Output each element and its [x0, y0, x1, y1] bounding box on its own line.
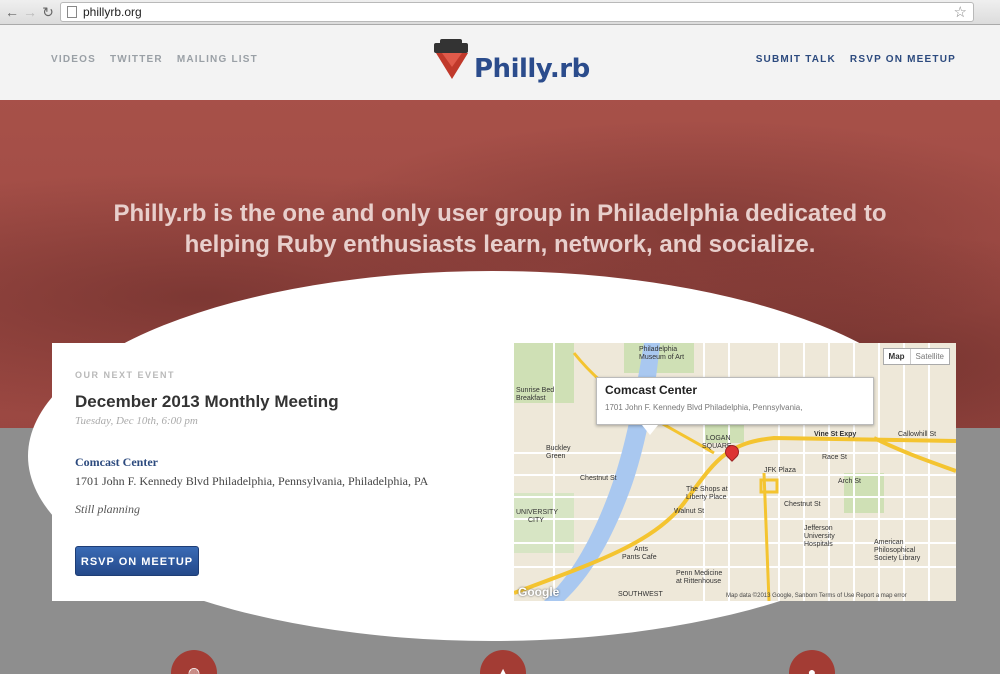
nav-videos[interactable]: VIDEOS — [51, 54, 96, 65]
map-label-ants-2: Pants Cafe — [622, 554, 657, 561]
map-label-jefferson: Jefferson — [804, 525, 833, 532]
nav-twitter[interactable]: TWITTER — [110, 54, 163, 65]
map-label-univ: UNIVERSITY — [516, 509, 559, 516]
browser-toolbar: ← → ↻ phillyrb.org ☆ — [0, 0, 1000, 25]
map-footer[interactable]: Map data ©2013 Google, Sanborn Terms of … — [726, 593, 907, 599]
map-label-museum-2: Museum of Art — [639, 354, 685, 361]
back-arrow-icon[interactable]: ← — [4, 4, 20, 20]
event-map[interactable]: Philadelphia Museum of Art Sunrise Bed B… — [514, 343, 956, 601]
star-icon[interactable]: ☆ — [954, 3, 967, 21]
event-venue-link[interactable]: Comcast Center — [75, 455, 158, 470]
map-label-ants: Ants — [634, 546, 649, 553]
logo-text: Philly.rb — [474, 54, 590, 84]
site-logo[interactable]: Philly.rb — [430, 37, 590, 89]
reload-icon[interactable]: ↻ — [40, 4, 56, 20]
map-label-jfk: JFK Plaza — [764, 467, 796, 474]
map-label-shops-2: Liberty Place — [686, 494, 727, 501]
forward-arrow-icon[interactable]: → — [22, 4, 38, 20]
hero-tagline: Philly.rb is the one and only user group… — [113, 200, 887, 258]
map-label-walnut: Walnut St — [674, 508, 705, 515]
map-label-aps: American — [874, 539, 904, 546]
map-type-satellite[interactable]: Satellite — [909, 349, 949, 364]
map-label-race: Race St — [822, 454, 847, 461]
rsvp-meetup-button[interactable]: RSVP ON MEETUP — [75, 546, 199, 576]
map-label-jefferson-2: University — [804, 533, 835, 540]
event-date: Tuesday, Dec 10th, 6:00 pm — [75, 415, 198, 427]
map-label-chestnut: Chestnut St — [784, 501, 821, 508]
map-label-jefferson-3: Hospitals — [804, 541, 833, 548]
url-text[interactable]: phillyrb.org — [83, 5, 142, 19]
nav-rsvp-meetup[interactable]: RSVP ON MEETUP — [850, 54, 956, 65]
google-logo: Google — [518, 585, 560, 599]
event-address: 1701 John F. Kennedy Blvd Philadelphia, … — [75, 474, 429, 488]
nav-submit-talk[interactable]: SUBMIT TALK — [756, 54, 836, 65]
site-page: VIDEOS TWITTER MAILING LIST Philly.rb SU… — [0, 25, 1000, 674]
event-status: Still planning — [75, 502, 141, 516]
nav-left: VIDEOS TWITTER MAILING LIST — [51, 54, 258, 65]
site-header: VIDEOS TWITTER MAILING LIST Philly.rb SU… — [0, 25, 1000, 100]
map-label-buckley-2: Green — [546, 453, 566, 460]
map-type-control: Map Satellite — [882, 348, 950, 365]
page-icon — [67, 6, 77, 18]
map-info-window: Comcast Center 1701 John F. Kennedy Blvd… — [596, 377, 874, 425]
map-label-chestnut-w: Chestnut St — [580, 475, 617, 482]
map-label-penn: Penn Medicine — [676, 570, 723, 577]
next-event-card: OUR NEXT EVENT December 2013 Monthly Mee… — [52, 343, 514, 601]
map-label-arch: Arch St — [838, 478, 861, 485]
info-window-title: Comcast Center — [605, 383, 698, 397]
map-label-aps-3: Society Library — [874, 555, 921, 562]
nav-mailing-list[interactable]: MAILING LIST — [177, 54, 258, 65]
event-eyebrow: OUR NEXT EVENT — [75, 370, 176, 380]
nav-right: SUBMIT TALK RSVP ON MEETUP — [756, 54, 956, 65]
map-label-logan: LOGAN — [706, 435, 731, 442]
map-label-buckley: Buckley — [546, 445, 571, 452]
map-label-shops: The Shops at — [686, 486, 728, 493]
map-label-sunrise-2: Breakfast — [516, 395, 546, 402]
map-label-vine: Vine St Expy — [814, 431, 857, 438]
map-label-southwest: SOUTHWEST — [618, 591, 663, 598]
map-type-map[interactable]: Map — [884, 349, 910, 364]
info-window-tail — [642, 425, 658, 435]
map-label-sunrise: Sunrise Bed — [516, 387, 555, 394]
event-title: December 2013 Monthly Meeting — [75, 392, 339, 411]
map-label-museum: Philadelphia — [639, 346, 678, 353]
ruby-gem-icon — [434, 39, 468, 79]
map-label-univ-2: CITY — [528, 517, 544, 524]
map-label-penn-2: at Rittenhouse — [676, 578, 722, 585]
address-bar[interactable]: phillyrb.org ☆ — [60, 2, 974, 22]
map-label-aps-2: Philosophical — [874, 547, 916, 554]
info-window-address: 1701 John F. Kennedy Blvd Philadelphia, … — [605, 403, 803, 412]
map-label-callowhill: Callowhill St — [898, 431, 937, 438]
